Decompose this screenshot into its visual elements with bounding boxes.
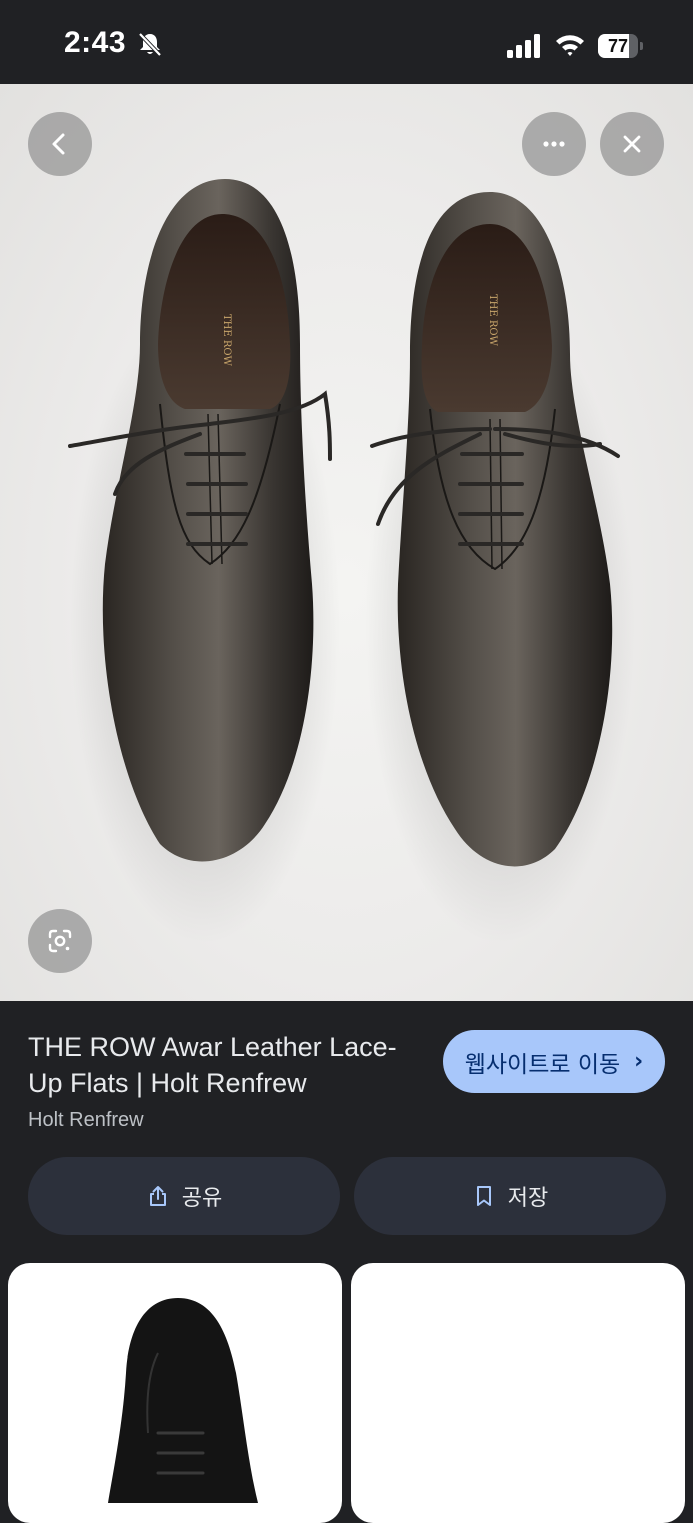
status-bar: 2:43 77 bbox=[0, 0, 693, 84]
related-result-card[interactable] bbox=[8, 1263, 342, 1523]
bell-slash-icon bbox=[138, 32, 162, 57]
cellular-signal-icon bbox=[507, 34, 540, 58]
svg-text:THE ROW: THE ROW bbox=[221, 314, 232, 367]
share-icon bbox=[149, 1186, 166, 1206]
product-source: Holt Renfrew bbox=[28, 1109, 144, 1131]
product-info-panel: THE ROW Awar Leather Lace-Up Flats | Hol… bbox=[0, 1001, 693, 1261]
visit-website-label: 웹사이트로 이동 bbox=[464, 1051, 621, 1078]
google-lens-icon bbox=[48, 929, 72, 953]
visit-website-button[interactable]: 웹사이트로 이동 › bbox=[443, 1030, 665, 1093]
product-image[interactable]: THE ROW THE ROW bbox=[0, 84, 693, 1001]
chevron-left-icon bbox=[52, 133, 65, 155]
save-button[interactable]: 저장 bbox=[354, 1157, 666, 1235]
status-time: 2:43 bbox=[64, 26, 127, 59]
battery-icon: 77 bbox=[598, 34, 643, 58]
battery-level: 77 bbox=[607, 36, 629, 56]
wifi-icon bbox=[556, 35, 584, 56]
bookmark-icon bbox=[476, 1186, 491, 1206]
left-shoe: THE ROW bbox=[68, 179, 340, 944]
right-shoe: THE ROW bbox=[365, 192, 635, 944]
related-shoe-thumbnail bbox=[108, 1298, 258, 1503]
chevron-right-icon: › bbox=[634, 1049, 644, 1074]
close-button[interactable] bbox=[600, 112, 664, 176]
back-button[interactable] bbox=[28, 112, 92, 176]
save-label: 저장 bbox=[507, 1186, 549, 1211]
shoes-illustration: THE ROW THE ROW bbox=[68, 179, 635, 944]
more-horizontal-icon bbox=[543, 141, 565, 147]
more-options-button[interactable] bbox=[522, 112, 586, 176]
lens-button[interactable] bbox=[28, 909, 92, 973]
related-result-card[interactable] bbox=[351, 1263, 685, 1523]
product-title[interactable]: THE ROW Awar Leather Lace-Up Flats | Hol… bbox=[28, 1029, 428, 1101]
svg-text:THE ROW: THE ROW bbox=[487, 294, 498, 347]
close-icon bbox=[623, 135, 641, 153]
share-button[interactable]: 공유 bbox=[28, 1157, 340, 1235]
share-label: 공유 bbox=[181, 1186, 223, 1211]
